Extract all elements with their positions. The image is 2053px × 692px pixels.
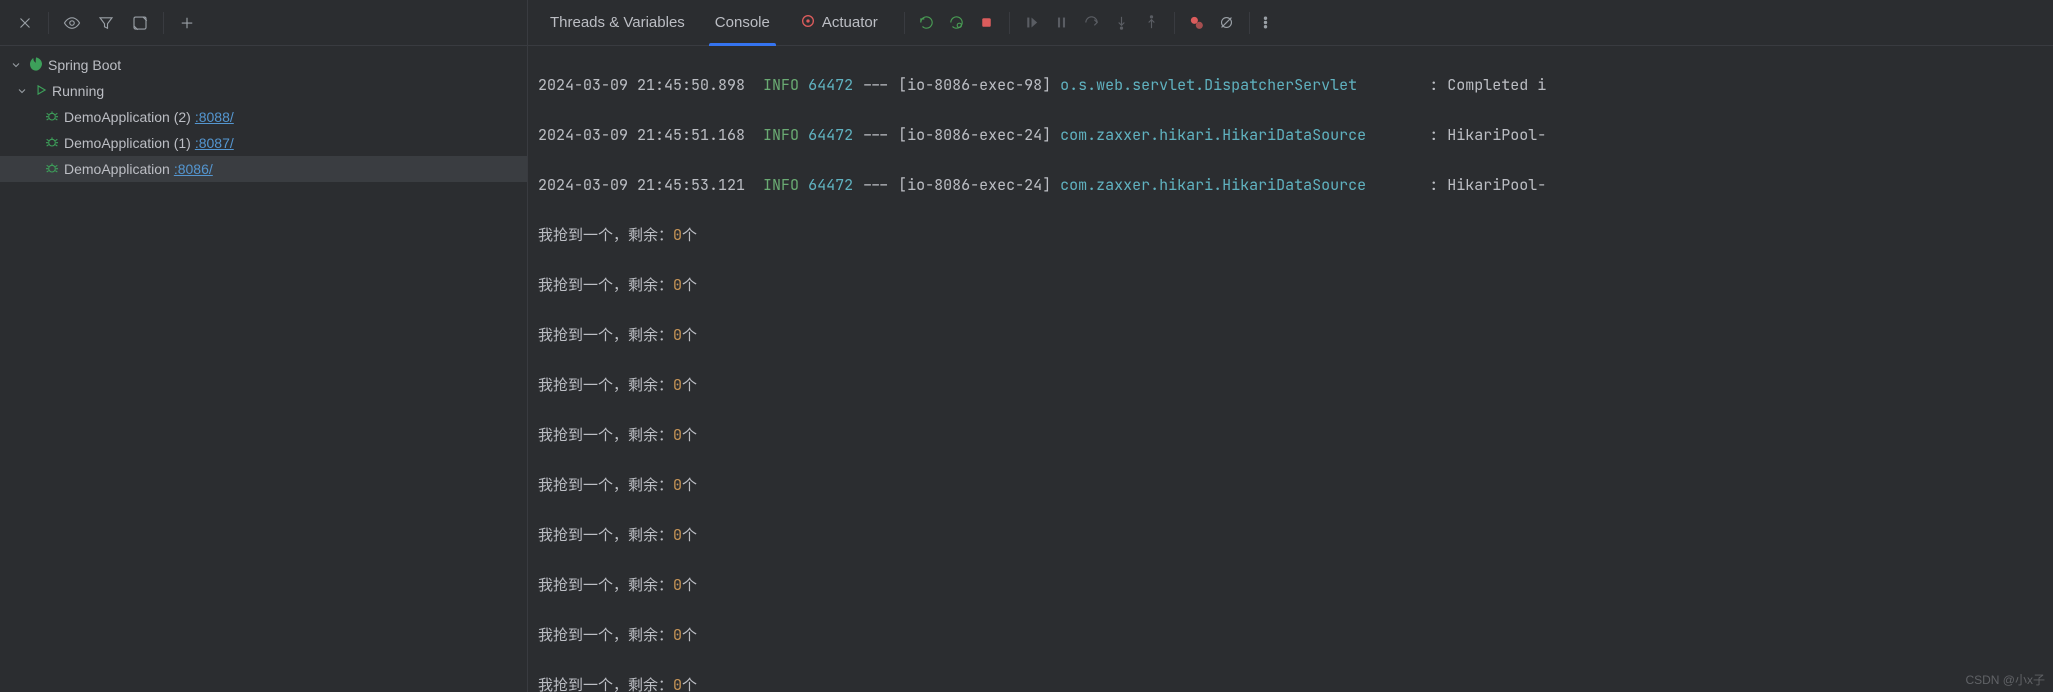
watermark: CSDN @小x子: [1965, 671, 2045, 688]
spring-icon: [28, 56, 44, 75]
log-line: 我抢到一个，剩余：0个: [538, 423, 2043, 448]
app-port-link[interactable]: :8088/: [195, 109, 234, 125]
log-line: 我抢到一个，剩余：0个: [538, 373, 2043, 398]
tree-label: Running: [52, 83, 104, 99]
layout-icon[interactable]: [125, 8, 155, 38]
tab-label: Console: [715, 14, 770, 31]
tab-console[interactable]: Console: [701, 0, 784, 45]
divider: [1249, 12, 1250, 34]
tab-actuator[interactable]: Actuator: [786, 0, 892, 45]
tab-label: Threads & Variables: [550, 14, 685, 31]
console-output[interactable]: 2024-03-09 21:45:50.898 INFO 64472 --- […: [528, 46, 2053, 692]
show-icon[interactable]: [57, 8, 87, 38]
tab-threads[interactable]: Threads & Variables: [536, 0, 699, 45]
divider: [48, 12, 49, 34]
log-line: 2024-03-09 21:45:50.898 INFO 64472 --- […: [538, 73, 2043, 98]
tab-label: Actuator: [822, 14, 878, 31]
resume-icon[interactable]: [1018, 9, 1046, 37]
actuator-icon: [800, 13, 816, 33]
log-line: 我抢到一个，剩余：0个: [538, 523, 2043, 548]
close-icon[interactable]: [10, 8, 40, 38]
tree-node-app[interactable]: DemoApplication (2) :8088/: [0, 104, 527, 130]
step-into-icon[interactable]: [1108, 9, 1136, 37]
log-line: 我抢到一个，剩余：0个: [538, 223, 2043, 248]
chevron-down-icon: [8, 59, 24, 71]
tree-node-app[interactable]: DemoApplication (1) :8087/: [0, 130, 527, 156]
log-line: 我抢到一个，剩余：0个: [538, 573, 2043, 598]
services-tree: Spring Boot Running DemoApplication (2) …: [0, 46, 527, 182]
pause-icon[interactable]: [1048, 9, 1076, 37]
log-line: 我抢到一个，剩余：0个: [538, 673, 2043, 692]
app-name: DemoApplication (2): [64, 109, 191, 125]
bug-icon: [44, 108, 60, 127]
view-breakpoints-icon[interactable]: [1183, 9, 1211, 37]
add-icon[interactable]: [172, 8, 202, 38]
services-panel: Spring Boot Running DemoApplication (2) …: [0, 0, 528, 692]
tree-node-app[interactable]: DemoApplication :8086/: [0, 156, 527, 182]
divider: [1174, 12, 1175, 34]
log-line: 我抢到一个，剩余：0个: [538, 623, 2043, 648]
debug-toolbar: [904, 9, 1280, 37]
app-port-link[interactable]: :8087/: [195, 135, 234, 151]
play-icon: [34, 83, 48, 100]
log-line: 我抢到一个，剩余：0个: [538, 473, 2043, 498]
filter-icon[interactable]: [91, 8, 121, 38]
tree-node-spring-boot[interactable]: Spring Boot: [0, 52, 527, 78]
divider: [1009, 12, 1010, 34]
step-out-icon[interactable]: [1138, 9, 1166, 37]
divider: [163, 12, 164, 34]
services-toolbar: [0, 0, 527, 46]
rerun-icon[interactable]: [913, 9, 941, 37]
rerun-debug-icon[interactable]: [943, 9, 971, 37]
log-line: 2024-03-09 21:45:53.121 INFO 64472 --- […: [538, 173, 2043, 198]
app-name: DemoApplication: [64, 161, 170, 177]
debug-tab-bar: Threads & Variables Console Actuator: [528, 0, 2053, 46]
bug-icon: [44, 160, 60, 179]
stop-icon[interactable]: [973, 9, 1001, 37]
bug-icon: [44, 134, 60, 153]
mute-breakpoints-icon[interactable]: [1213, 9, 1241, 37]
app-name: DemoApplication (1): [64, 135, 191, 151]
debug-panel: Threads & Variables Console Actuator: [528, 0, 2053, 692]
tree-node-running[interactable]: Running: [0, 78, 527, 104]
app-port-link[interactable]: :8086/: [174, 161, 213, 177]
log-line: 2024-03-09 21:45:51.168 INFO 64472 --- […: [538, 123, 2043, 148]
tree-label: Spring Boot: [48, 57, 121, 73]
more-icon[interactable]: [1252, 9, 1280, 37]
log-line: 我抢到一个，剩余：0个: [538, 273, 2043, 298]
chevron-down-icon: [14, 85, 30, 97]
log-line: 我抢到一个，剩余：0个: [538, 323, 2043, 348]
step-over-icon[interactable]: [1078, 9, 1106, 37]
divider: [904, 12, 905, 34]
